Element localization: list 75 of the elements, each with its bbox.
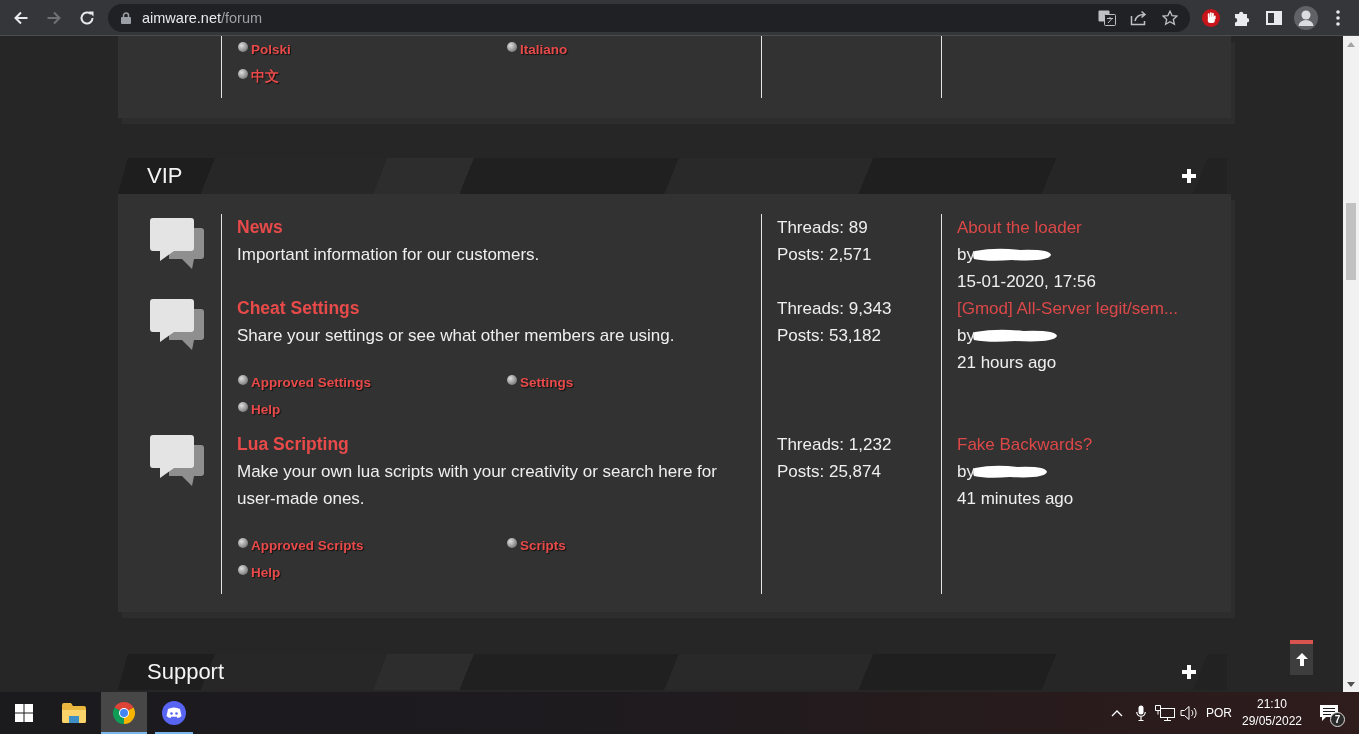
last-post-time: 15-01-2020, 17:56 bbox=[957, 271, 1097, 293]
bullet-icon bbox=[507, 42, 517, 52]
category-title: VIP bbox=[147, 163, 183, 189]
back-arrow-icon[interactable] bbox=[13, 9, 29, 26]
profile-avatar-icon[interactable] bbox=[1294, 5, 1318, 30]
subforum-link[interactable]: Approved Scripts bbox=[251, 532, 364, 559]
thread-count: Threads: 89 bbox=[777, 217, 869, 239]
by-label: by bbox=[957, 461, 975, 483]
forum-description: Share your settings or see what other members are using. bbox=[237, 325, 676, 347]
category-title: Support bbox=[147, 659, 225, 685]
hand-stop-icon[interactable] bbox=[1202, 8, 1220, 27]
translate-icon[interactable] bbox=[1098, 9, 1116, 26]
reload-icon[interactable] bbox=[79, 9, 95, 26]
subforum-link[interactable]: Polski bbox=[251, 36, 291, 63]
notification-count: 7 bbox=[1330, 712, 1345, 727]
last-post-time: 41 minutes ago bbox=[957, 488, 1075, 510]
forum-description: Important information for our customers. bbox=[237, 244, 541, 266]
address-bar[interactable]: aimware.net/forum bbox=[108, 3, 1190, 32]
share-icon[interactable] bbox=[1130, 9, 1148, 26]
more-menu-icon[interactable] bbox=[1336, 9, 1340, 26]
chat-logo-icon bbox=[162, 701, 186, 725]
speech-bubbles-icon bbox=[150, 299, 204, 351]
plus-icon[interactable] bbox=[1182, 169, 1196, 183]
forum-title-link[interactable]: News bbox=[237, 214, 741, 241]
post-count: Posts: 2,571 bbox=[777, 244, 873, 266]
by-label: by bbox=[957, 244, 975, 266]
forum-description: Make your own lua scripts with your creativity or search here for user-made ones. bbox=[237, 461, 718, 510]
network-icon[interactable] bbox=[1155, 705, 1175, 721]
url-text[interactable]: aimware.net/forum bbox=[142, 9, 263, 26]
microphone-icon[interactable] bbox=[1136, 705, 1146, 721]
forum-title-link[interactable]: Cheat Settings bbox=[237, 295, 741, 322]
chevron-up-icon[interactable] bbox=[1111, 709, 1123, 717]
subforum-link[interactable]: Help bbox=[251, 396, 281, 423]
subforum-link[interactable]: 中文 bbox=[251, 63, 279, 90]
bullet-icon bbox=[238, 69, 248, 79]
star-icon[interactable] bbox=[1162, 9, 1178, 26]
speech-bubbles-icon bbox=[150, 435, 204, 487]
subforum-link[interactable]: Settings bbox=[520, 369, 574, 396]
bullet-icon bbox=[238, 402, 248, 412]
up-arrow-icon bbox=[1295, 653, 1308, 666]
folder-icon bbox=[62, 703, 86, 723]
start-icon[interactable] bbox=[15, 704, 33, 722]
subforum-link[interactable]: Italiano bbox=[520, 36, 568, 63]
forum-title-link[interactable]: Lua Scripting bbox=[237, 431, 741, 458]
bullet-icon bbox=[507, 538, 517, 548]
by-label: by bbox=[957, 325, 975, 347]
post-count: Posts: 25,874 bbox=[777, 461, 882, 483]
scrollbar-thumb[interactable] bbox=[1346, 203, 1356, 280]
scroll-down-icon[interactable] bbox=[1347, 681, 1355, 687]
scrollbar[interactable] bbox=[1343, 36, 1359, 692]
bullet-icon bbox=[507, 375, 517, 385]
post-count: Posts: 53,182 bbox=[777, 325, 882, 347]
speaker-icon[interactable] bbox=[1180, 705, 1198, 721]
clock-time[interactable]: 21:10 bbox=[1257, 696, 1287, 713]
last-post-time: 21 hours ago bbox=[957, 352, 1058, 374]
bullet-icon bbox=[238, 565, 248, 575]
plus-icon[interactable] bbox=[1182, 665, 1196, 679]
last-post-link[interactable]: About the loader bbox=[957, 214, 1231, 241]
speech-bubbles-icon bbox=[150, 218, 204, 270]
subforum-link[interactable]: Help bbox=[251, 559, 281, 586]
bullet-icon bbox=[238, 42, 248, 52]
side-panel-icon[interactable] bbox=[1266, 10, 1282, 25]
back-to-top-button[interactable] bbox=[1290, 640, 1313, 675]
input-language[interactable]: POR bbox=[1206, 706, 1232, 720]
clock-date[interactable]: 29/05/2022 bbox=[1241, 713, 1303, 730]
bullet-icon bbox=[238, 375, 248, 385]
thread-count: Threads: 9,343 bbox=[777, 298, 893, 320]
bullet-icon bbox=[238, 538, 248, 548]
subforum-link[interactable]: Approved Settings bbox=[251, 369, 371, 396]
browser-logo-icon bbox=[112, 701, 136, 725]
last-post-link[interactable]: [Gmod] All-Server legit/sem... bbox=[957, 295, 1231, 322]
last-post-link[interactable]: Fake Backwards? bbox=[957, 431, 1231, 458]
thread-count: Threads: 1,232 bbox=[777, 434, 893, 456]
subforum-link[interactable]: Scripts bbox=[520, 532, 566, 559]
lock-icon bbox=[121, 11, 131, 24]
